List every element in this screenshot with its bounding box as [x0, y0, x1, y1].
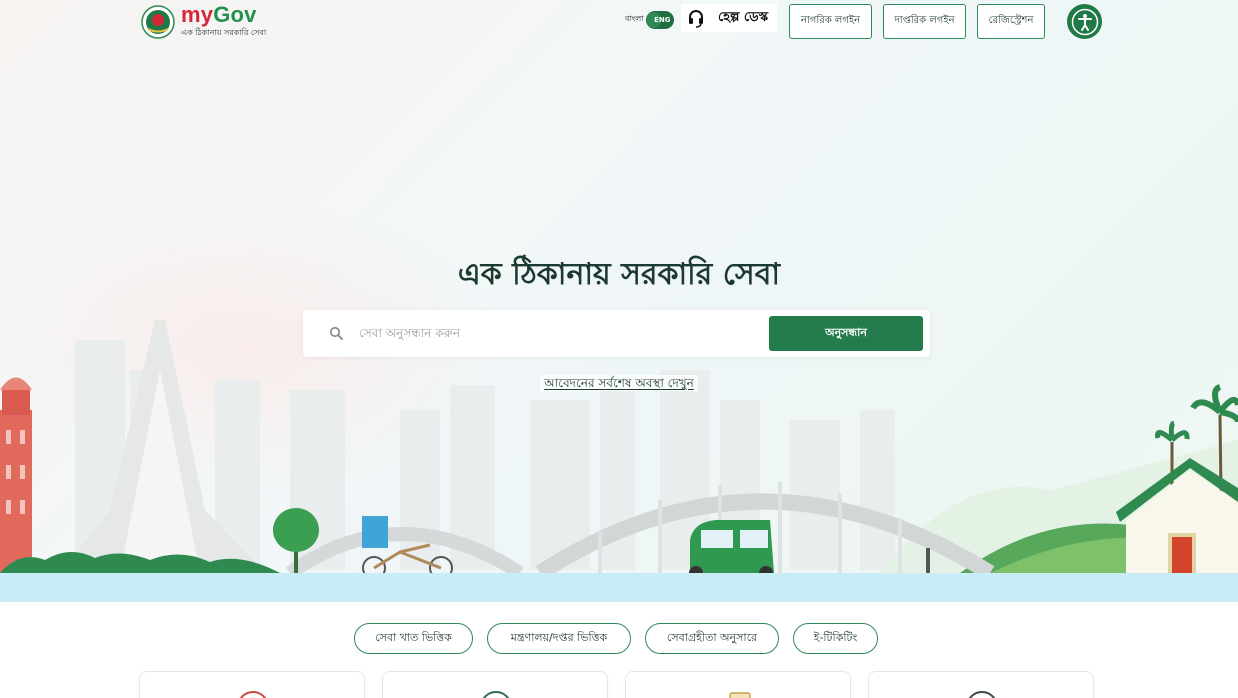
service-card[interactable]: [382, 671, 608, 698]
language-toggle[interactable]: বাংলা ENG: [625, 10, 674, 29]
tab-service-recipient[interactable]: সেবাগ্রহীতা অনুসারে: [645, 623, 779, 654]
service-card[interactable]: [625, 671, 851, 698]
headset-icon: [689, 10, 703, 28]
lang-eng-label: ENG: [654, 15, 671, 24]
river-water: [0, 573, 1238, 602]
hero-title: এক ঠিকানায় সরকারি সেবা: [457, 257, 781, 292]
search-input[interactable]: [359, 322, 759, 344]
globe-icon: [482, 691, 510, 698]
official-login-button[interactable]: দাপ্তরিক লগইন: [883, 4, 966, 39]
hero-banner: [0, 0, 1238, 602]
lang-bangla-label: বাংলা: [625, 14, 644, 23]
document-icon: [729, 692, 751, 698]
accessibility-icon: [1071, 8, 1098, 35]
tab-service-sector[interactable]: সেবা খাত ভিত্তিক: [354, 623, 473, 654]
application-status-link[interactable]: আবেদনের সর্বশেষ অবস্থা দেখুন: [540, 375, 698, 391]
lang-switch[interactable]: ENG: [645, 10, 674, 29]
registration-button[interactable]: রেজিস্ট্রেশন: [977, 4, 1045, 39]
mygov-logo[interactable]: myGov এক ঠিকানায় সরকারি সেবা: [141, 4, 266, 40]
bangladesh-emblem-icon: [141, 5, 175, 39]
service-card[interactable]: [868, 671, 1094, 698]
search-bar: অনুসন্ধান: [303, 310, 930, 357]
tab-ministry-office[interactable]: মন্ত্রণালয়/দপ্তর ভিত্তিক: [487, 623, 631, 654]
logo-tagline: এক ঠিকানায় সরকারি সেবা: [181, 28, 267, 37]
government-emblem-icon: [239, 691, 267, 698]
tab-e-ticketing[interactable]: ই-টিকিটিং: [793, 623, 878, 654]
search-icon: [329, 326, 343, 340]
office-icon: [968, 691, 996, 698]
search-button[interactable]: অনুসন্ধান: [769, 316, 923, 351]
accessibility-button[interactable]: [1067, 4, 1102, 39]
service-card[interactable]: [139, 671, 365, 698]
helpdesk-label: হেল্প ডেস্ক: [718, 9, 769, 25]
helpdesk-button[interactable]: হেল্প ডেস্ক: [681, 4, 777, 32]
logo-title: myGov: [181, 2, 257, 27]
citizen-login-button[interactable]: নাগরিক লগইন: [789, 4, 872, 39]
